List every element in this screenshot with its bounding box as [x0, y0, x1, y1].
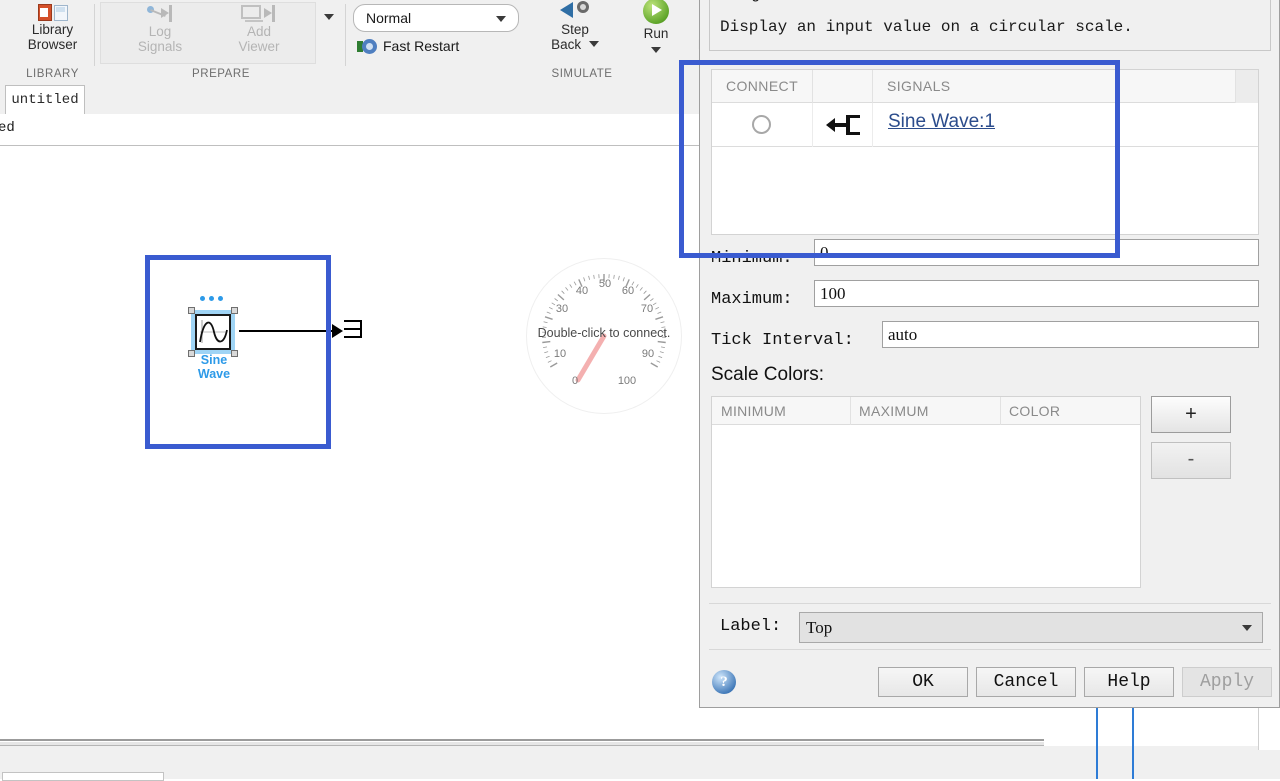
label-field-label: Label:: [720, 617, 781, 636]
ribbon-divider-1: [94, 4, 95, 66]
ribbon-group-prepare: Log Signals Add Viewer PREPARE: [96, 0, 346, 82]
add-viewer-icon: [239, 4, 279, 24]
gauge-tick-40: 40: [571, 285, 593, 297]
background-window-edge-right: [1132, 700, 1134, 779]
ribbon-divider-2: [345, 4, 346, 66]
scale-colors-title: Scale Colors:: [711, 364, 824, 386]
library-browser-label-1: Library: [0, 22, 105, 37]
gauge-tick-50: 50: [594, 278, 616, 290]
simulation-mode-select[interactable]: Normal: [353, 4, 519, 32]
signal-arrow-icon: [332, 324, 343, 338]
ribbon-group-simulate: Normal Fast Restart Step Back Run: [347, 0, 697, 82]
chevron-down-icon: [589, 41, 599, 47]
breadcrumb-text: ed: [0, 120, 15, 136]
label-row: Label: Top: [709, 603, 1271, 650]
status-bar-field: [2, 772, 164, 781]
gauge-tick-100: 100: [616, 375, 638, 387]
highlight-signals-table: [679, 60, 1120, 258]
tab-untitled[interactable]: untitled: [5, 85, 85, 115]
add-viewer-label-1: Add: [208, 24, 310, 39]
run-icon: [643, 0, 669, 24]
ok-button[interactable]: OK: [878, 667, 968, 697]
fast-restart-icon: [357, 39, 377, 54]
maximum-label: Maximum:: [711, 290, 793, 309]
gauge-placeholder-text: Double-click to connect.: [526, 326, 682, 340]
prepare-expand-button[interactable]: [324, 14, 334, 20]
help-button[interactable]: Help: [1084, 667, 1174, 697]
canvas-bottom-border: [0, 739, 1044, 741]
background-window-edge-left: [1096, 700, 1098, 779]
remove-scale-color-button[interactable]: -: [1151, 442, 1231, 479]
ribbon-group-library: Library Browser LIBRARY: [0, 0, 105, 82]
label-position-value: Top: [806, 618, 832, 637]
fast-restart-toggle[interactable]: Fast Restart: [357, 38, 459, 54]
library-browser-button[interactable]: Library Browser: [0, 4, 105, 52]
ribbon-group-label-prepare: PREPARE: [96, 68, 346, 80]
log-signals-button[interactable]: Log Signals: [110, 4, 210, 54]
help-icon[interactable]: ?: [712, 670, 736, 694]
step-back-button[interactable]: Step Back: [533, 0, 617, 52]
chevron-down-icon: [496, 16, 506, 22]
dialog-legend: Gauge: [718, 0, 774, 3]
chevron-down-icon: [324, 14, 334, 20]
library-browser-label-2: Browser: [0, 37, 105, 52]
scale-col-minimum: MINIMUM: [721, 403, 786, 419]
fast-restart-label: Fast Restart: [383, 38, 459, 54]
gauge-tick-0: 0: [564, 375, 586, 387]
input-port-icon: [344, 320, 362, 338]
dialog-description: Display an input value on a circular sca…: [720, 18, 1133, 36]
cancel-button[interactable]: Cancel: [976, 667, 1076, 697]
scale-col-maximum: MAXIMUM: [859, 403, 929, 419]
ribbon-group-label-library: LIBRARY: [0, 68, 105, 80]
tick-interval-label: Tick Interval:: [711, 331, 854, 350]
apply-button: Apply: [1182, 667, 1272, 697]
gauge-tick-30: 30: [551, 303, 573, 315]
step-back-label-1: Step: [533, 22, 617, 37]
maximum-input[interactable]: [814, 280, 1259, 307]
add-viewer-label-2: Viewer: [208, 39, 310, 54]
gauge-widget[interactable]: Double-click to connect. 0 10 30 40 50 6…: [526, 258, 682, 414]
log-signals-label-1: Log: [110, 24, 210, 39]
add-scale-color-button[interactable]: +: [1151, 396, 1231, 433]
ribbon-group-label-simulate: SIMULATE: [467, 68, 697, 80]
gauge-tick-60: 60: [617, 285, 639, 297]
dialog-description-group: Gauge Display an input value on a circul…: [709, 0, 1271, 51]
status-bar: [0, 746, 1280, 779]
highlight-sine-wave-block: [145, 255, 331, 449]
add-viewer-button[interactable]: Add Viewer: [208, 4, 310, 54]
log-signals-icon: [142, 4, 178, 24]
tick-interval-input[interactable]: [882, 321, 1259, 348]
scale-col-color: COLOR: [1009, 403, 1060, 419]
step-back-label-2: Back: [533, 37, 617, 52]
library-browser-icon: [36, 4, 70, 22]
chevron-down-icon: [651, 47, 661, 53]
scale-colors-table[interactable]: MINIMUM MAXIMUM COLOR: [711, 396, 1141, 588]
label-position-select[interactable]: Top: [799, 612, 1263, 643]
step-back-icon: [560, 0, 590, 20]
log-signals-label-2: Signals: [110, 39, 210, 54]
gauge-tick-70: 70: [636, 303, 658, 315]
gauge-tick-90: 90: [637, 348, 659, 360]
chevron-down-icon: [1242, 625, 1252, 631]
scale-colors-header: MINIMUM MAXIMUM COLOR: [712, 397, 1140, 425]
signals-table-scrollbar[interactable]: [1236, 70, 1258, 103]
gauge-tick-10: 10: [549, 348, 571, 360]
simulation-mode-value: Normal: [366, 10, 411, 26]
